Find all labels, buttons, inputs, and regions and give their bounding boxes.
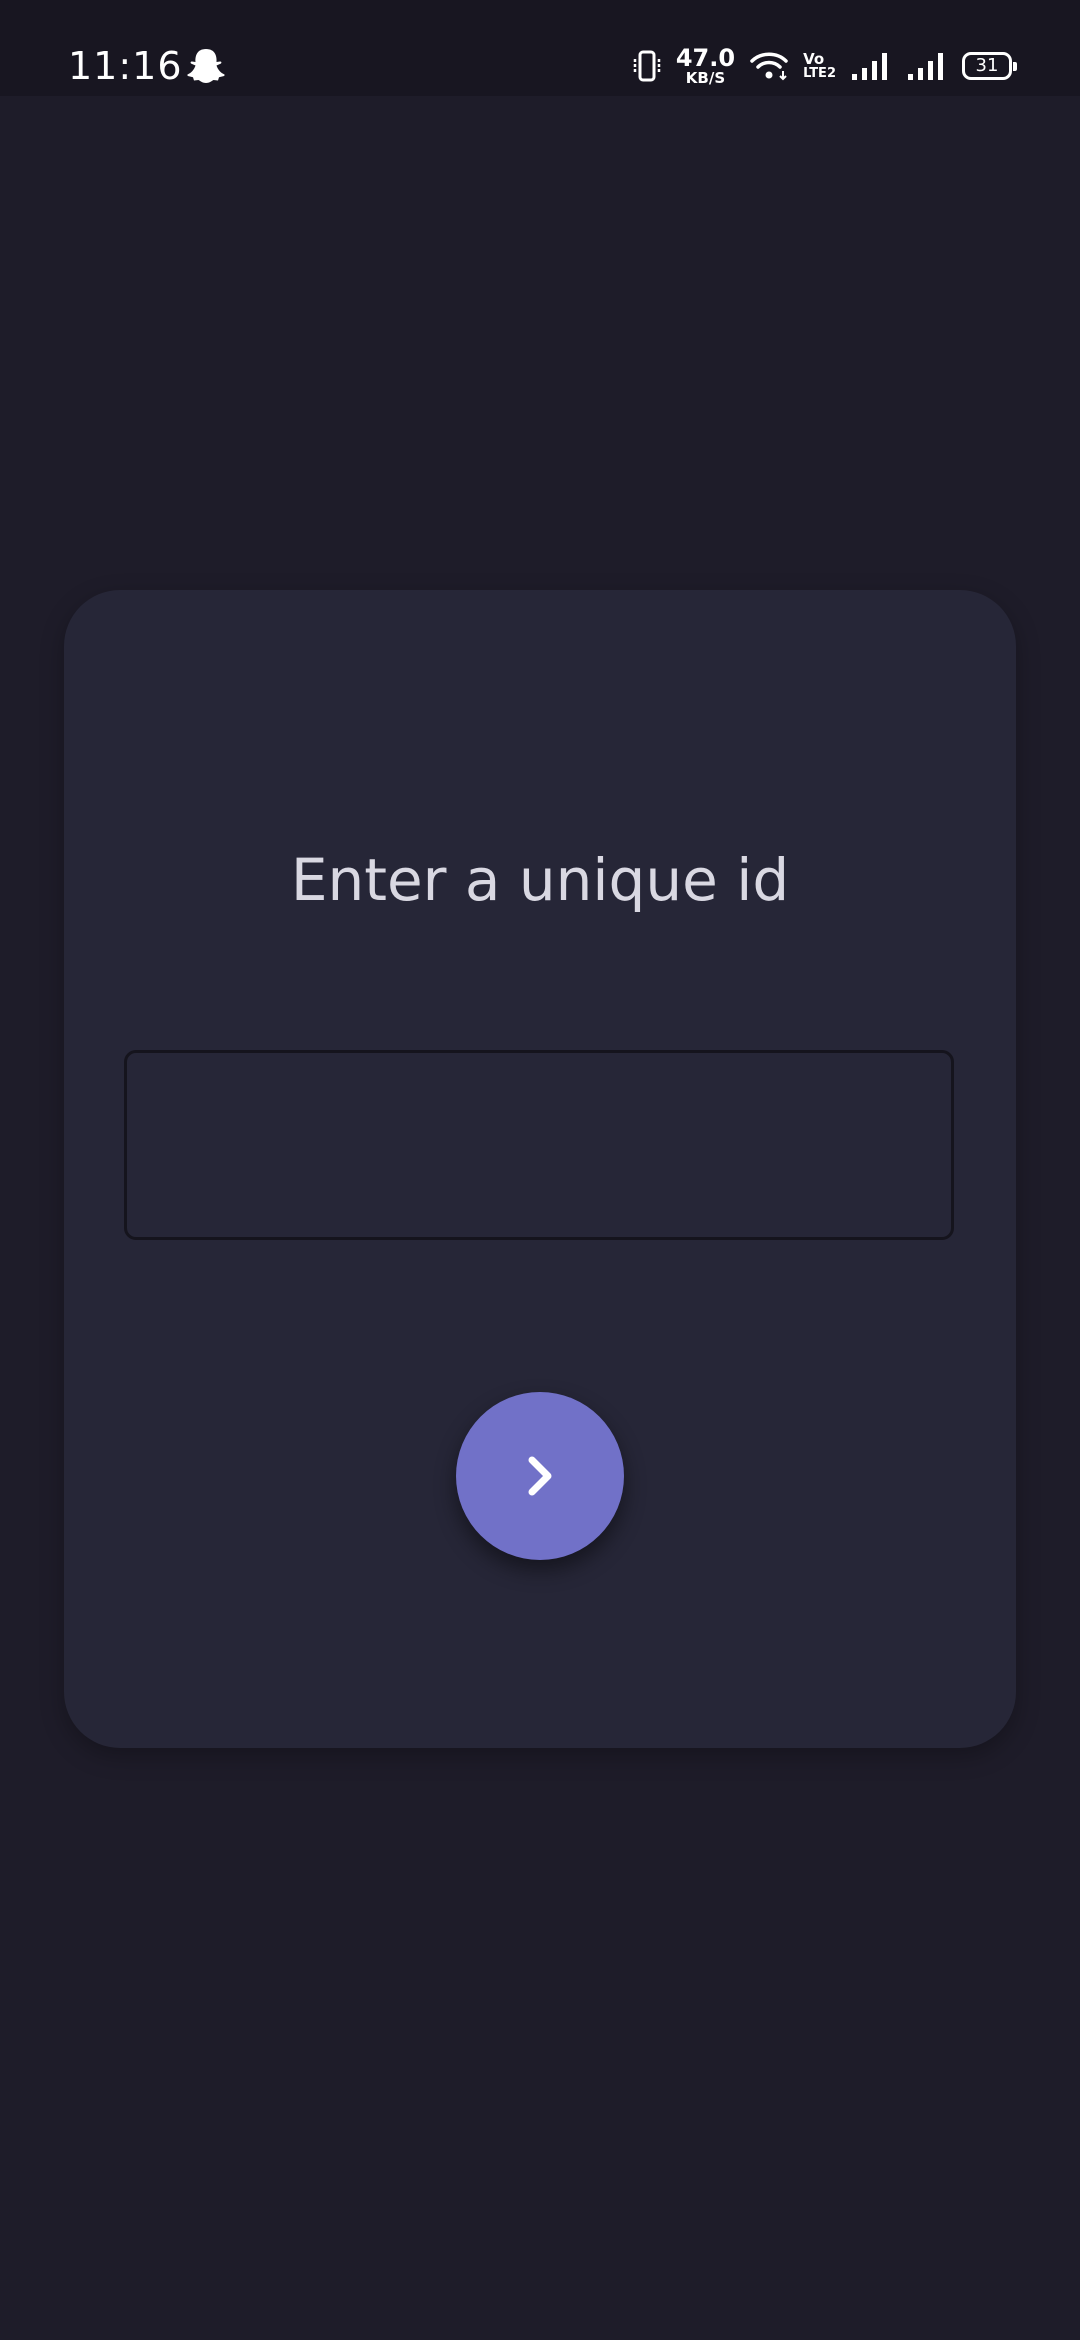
volte-indicator: Vo LTE2: [803, 50, 836, 81]
signal-icon: [852, 53, 887, 80]
status-bar: 11:16 47.0 KB/S Vo LTE2 31: [0, 0, 1080, 96]
volte-bottom: LTE2: [803, 66, 836, 81]
network-speed: 47.0 KB/S: [676, 46, 735, 86]
vibrate-icon: [633, 50, 661, 82]
unique-id-input[interactable]: [124, 1050, 954, 1240]
status-time: 11:16: [68, 44, 183, 88]
network-speed-unit: KB/S: [685, 69, 726, 87]
id-entry-card: Enter a unique id: [64, 590, 1016, 1748]
chevron-right-icon: [528, 1456, 552, 1496]
battery-level: 31: [975, 55, 999, 76]
volte-top: Vo: [803, 50, 825, 68]
prompt-title: Enter a unique id: [290, 846, 790, 914]
next-button[interactable]: [456, 1392, 624, 1560]
battery-icon: 31: [962, 52, 1017, 80]
network-speed-value: 47.0: [675, 44, 736, 72]
signal-icon-2: [908, 53, 943, 80]
status-icons: 47.0 KB/S Vo LTE2 31: [632, 40, 1017, 92]
wifi-icon: [750, 52, 788, 81]
snapchat-ghost-icon: [187, 49, 225, 83]
